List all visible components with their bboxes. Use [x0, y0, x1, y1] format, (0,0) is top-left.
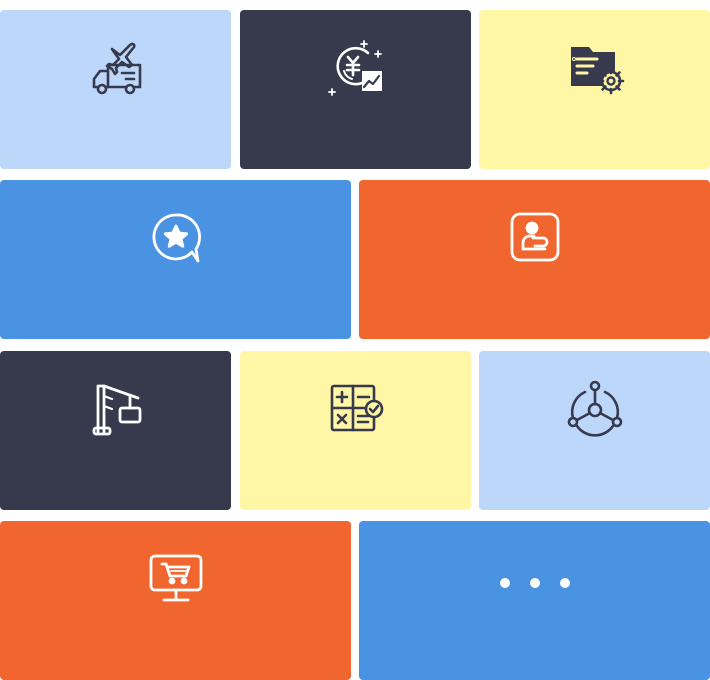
calculator-check-icon: [321, 373, 391, 443]
star-chat-bubble-icon: [141, 202, 211, 272]
tile-online-store[interactable]: [0, 521, 351, 680]
tile-more[interactable]: [359, 521, 710, 680]
folder-settings-icon: [560, 32, 630, 102]
tile-finance[interactable]: [240, 10, 471, 169]
monitor-cart-icon: [141, 543, 211, 613]
tile-network[interactable]: [479, 351, 710, 510]
tile-construction[interactable]: [0, 351, 231, 510]
user-badge-icon: [500, 202, 570, 272]
yuan-coin-growth-icon: [321, 32, 391, 102]
crane-icon: [81, 373, 151, 443]
tile-file-settings[interactable]: [479, 10, 710, 169]
more-dots-icon: [490, 543, 580, 613]
tile-logistics[interactable]: [0, 10, 231, 169]
tile-favorites[interactable]: [0, 180, 351, 339]
delivery-truck-plane-icon: [81, 32, 151, 102]
network-hub-icon: [560, 373, 630, 443]
tile-accounting[interactable]: [240, 351, 471, 510]
tile-member[interactable]: [359, 180, 710, 339]
